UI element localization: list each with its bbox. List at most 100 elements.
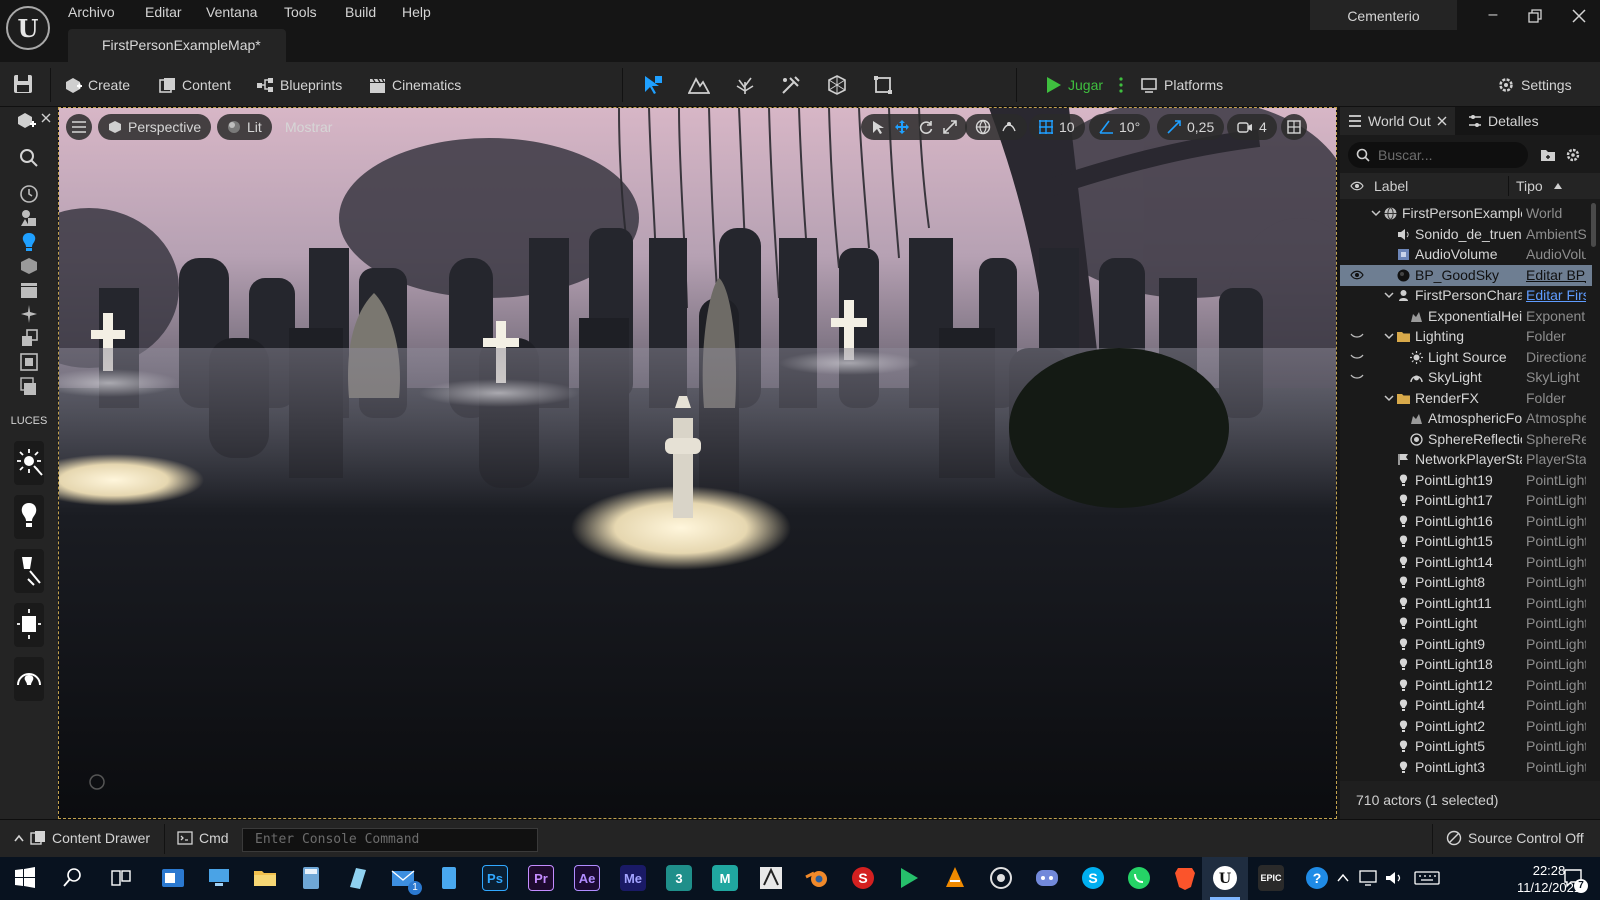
foliage-mode-icon[interactable] bbox=[734, 74, 756, 96]
close-button[interactable] bbox=[1569, 6, 1589, 26]
3ds-max-icon[interactable]: 3 bbox=[666, 865, 692, 891]
settings-button[interactable]: Settings bbox=[1497, 74, 1572, 96]
outliner-row[interactable]: NetworkPlayerStartPlayerStart bbox=[1340, 449, 1592, 470]
save-button[interactable] bbox=[12, 73, 34, 95]
scale-tool-icon[interactable] bbox=[943, 120, 957, 134]
source-control-button[interactable]: Source Control Off bbox=[1446, 830, 1584, 846]
directional-light-button[interactable] bbox=[14, 441, 44, 485]
point-light-button[interactable] bbox=[14, 495, 44, 539]
blueprints-button[interactable]: Blueprints bbox=[256, 74, 342, 96]
place-actor-icon[interactable] bbox=[16, 111, 36, 131]
menu-ventana[interactable]: Ventana bbox=[206, 4, 257, 20]
grid-snap-button[interactable]: 10 bbox=[1029, 114, 1085, 140]
chevron-down-icon[interactable] bbox=[1383, 330, 1395, 342]
outliner-row[interactable]: PointLight3 PointLight bbox=[1340, 757, 1592, 776]
chevron-up-icon[interactable] bbox=[1337, 873, 1349, 883]
modeling-mode-icon[interactable] bbox=[872, 74, 894, 96]
skype-icon[interactable]: S bbox=[1080, 865, 1106, 891]
shapes-category-icon[interactable] bbox=[18, 255, 40, 277]
level-viewport[interactable]: Perspective Lit Mostrar 10 10° 0,25 4 bbox=[58, 107, 1337, 819]
brave-icon[interactable] bbox=[1172, 865, 1198, 891]
minimize-button[interactable]: – bbox=[1483, 6, 1503, 26]
select-tool-icon[interactable] bbox=[871, 120, 885, 134]
show-button[interactable]: Mostrar bbox=[275, 114, 342, 140]
outliner-row[interactable]: PointLight18 PointLight bbox=[1340, 654, 1592, 675]
visibility-hidden-icon[interactable] bbox=[1350, 330, 1364, 342]
outliner-row[interactable]: ExponentialHeightFogExponentialHeightFog bbox=[1340, 306, 1592, 327]
obs-icon[interactable] bbox=[988, 865, 1014, 891]
basic-shapes-icon[interactable] bbox=[18, 207, 40, 229]
unreal-taskbar-button[interactable]: U bbox=[1202, 857, 1248, 900]
tablet-app-icon[interactable] bbox=[436, 865, 462, 891]
outliner-row[interactable]: PointLight19 PointLight bbox=[1340, 470, 1592, 491]
move-tool-icon[interactable] bbox=[895, 120, 909, 134]
outliner-row[interactable]: PointLight8 PointLight bbox=[1340, 572, 1592, 593]
cmd-button[interactable]: Cmd bbox=[177, 830, 229, 846]
vlc-icon[interactable] bbox=[942, 865, 968, 891]
level-tab[interactable]: FirstPersonExampleMap* bbox=[68, 29, 286, 62]
cinematic-category-icon[interactable] bbox=[18, 279, 40, 301]
lit-button[interactable]: Lit bbox=[217, 114, 272, 140]
camera-speed-button[interactable]: 4 bbox=[1227, 114, 1277, 140]
outliner-row[interactable]: PointLight5 PointLight bbox=[1340, 736, 1592, 757]
chevron-down-icon[interactable] bbox=[1370, 207, 1382, 219]
console-command-input[interactable]: Enter Console Command bbox=[242, 828, 538, 852]
sky-light-button[interactable] bbox=[14, 657, 44, 701]
outliner-row[interactable]: PointLight15 PointLight bbox=[1340, 531, 1592, 552]
outliner-scrollbar[interactable] bbox=[1591, 203, 1596, 247]
unreal-logo[interactable]: U bbox=[6, 6, 50, 50]
epic-games-icon[interactable]: EPIC bbox=[1258, 865, 1284, 891]
row-type[interactable]: Editar BP_GoodSky bbox=[1526, 267, 1586, 283]
outliner-row[interactable]: Sonido_de_truenosAmbientSound bbox=[1340, 224, 1592, 245]
world-space-icon[interactable] bbox=[975, 119, 991, 135]
visual-effects-icon[interactable] bbox=[18, 303, 40, 325]
outliner-row[interactable]: AtmosphericFogAtmosphericFog bbox=[1340, 408, 1592, 429]
chevron-down-icon[interactable] bbox=[1383, 289, 1395, 301]
menu-tools[interactable]: Tools bbox=[284, 4, 317, 20]
outliner-search-input[interactable]: Buscar... bbox=[1348, 142, 1528, 168]
viewport-menu-button[interactable] bbox=[66, 114, 92, 140]
file-explorer-icon[interactable] bbox=[252, 865, 278, 891]
surface-snap-icon[interactable] bbox=[1001, 119, 1017, 135]
outliner-row[interactable]: AudioVolume AudioVolume bbox=[1340, 244, 1592, 265]
media-encoder-icon[interactable]: Me bbox=[620, 865, 646, 891]
column-label[interactable]: Label bbox=[1374, 178, 1408, 194]
blender-icon[interactable] bbox=[804, 865, 830, 891]
spot-light-button[interactable] bbox=[14, 549, 44, 593]
outliner-row[interactable]: FirstPersonCharacterEditar FirstPersonCh… bbox=[1340, 285, 1592, 306]
premiere-icon[interactable]: Pr bbox=[528, 865, 554, 891]
play-button[interactable]: Jugar bbox=[1044, 74, 1103, 96]
discord-icon[interactable] bbox=[1034, 865, 1060, 891]
scale-snap-button[interactable]: 0,25 bbox=[1157, 114, 1225, 140]
mesh-paint-mode-icon[interactable] bbox=[780, 74, 802, 96]
network-icon[interactable] bbox=[1358, 869, 1378, 887]
search-icon[interactable] bbox=[60, 865, 86, 891]
add-folder-icon[interactable] bbox=[1540, 147, 1556, 163]
menu-editar[interactable]: Editar bbox=[145, 4, 182, 20]
outliner-row[interactable]: PointLight14 PointLight bbox=[1340, 552, 1592, 573]
rect-light-button[interactable] bbox=[14, 603, 44, 647]
all-classes-icon[interactable] bbox=[18, 375, 40, 397]
after-effects-icon[interactable]: Ae bbox=[574, 865, 600, 891]
visibility-hidden-icon[interactable] bbox=[1350, 351, 1364, 363]
fracture-mode-icon[interactable] bbox=[826, 74, 848, 96]
outliner-row[interactable]: PointLight16 PointLight bbox=[1340, 511, 1592, 532]
column-type[interactable]: Tipo bbox=[1516, 178, 1543, 194]
photoshop-icon[interactable]: Ps bbox=[482, 865, 508, 891]
whatsapp-icon[interactable] bbox=[1126, 865, 1152, 891]
close-panel-icon[interactable] bbox=[41, 113, 51, 123]
outliner-row[interactable]: PointLight11 PointLight bbox=[1340, 593, 1592, 614]
outliner-row[interactable]: SkyLight SkyLight bbox=[1340, 367, 1592, 388]
perspective-button[interactable]: Perspective bbox=[98, 114, 212, 140]
volume-icon[interactable] bbox=[1384, 869, 1404, 887]
rotate-tool-icon[interactable] bbox=[919, 120, 933, 134]
windows-start-icon[interactable] bbox=[12, 865, 38, 891]
outliner-row[interactable]: BP_GoodSky Editar BP_GoodSky bbox=[1340, 264, 1592, 286]
help-icon[interactable]: ? bbox=[1304, 865, 1330, 891]
lights-category-icon[interactable] bbox=[18, 231, 40, 253]
search-icon[interactable] bbox=[18, 147, 40, 169]
content-drawer-button[interactable]: Content Drawer bbox=[14, 830, 150, 846]
close-tab-icon[interactable] bbox=[1437, 116, 1447, 126]
outlook-icon[interactable] bbox=[160, 865, 186, 891]
outliner-row[interactable]: PointLight9 PointLight bbox=[1340, 634, 1592, 655]
